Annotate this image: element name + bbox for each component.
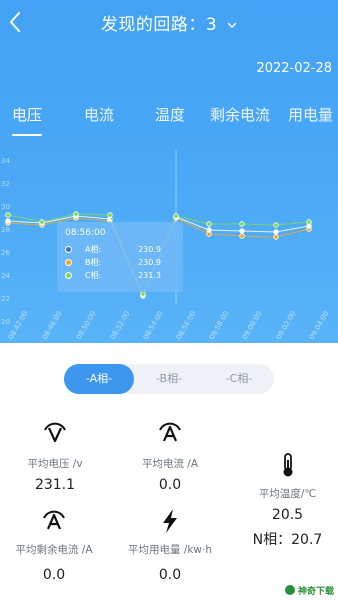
phase-a-option[interactable]: -A相-	[64, 364, 134, 394]
data-point	[273, 234, 279, 240]
residual-current-icon	[43, 510, 65, 530]
current-icon	[159, 422, 181, 442]
title-prefix: 发现的回路：	[100, 15, 206, 35]
data-point	[306, 219, 312, 225]
avg-energy-label: 平均用电量 /kw·h	[127, 544, 213, 556]
y-tick-label: 30	[1, 203, 10, 211]
avg-residual-value: 0.0	[42, 567, 66, 583]
circuit-count: 3	[205, 15, 218, 35]
x-tick-label: 08:54:00	[142, 310, 165, 341]
page-title[interactable]: 发现的回路：3	[0, 10, 338, 35]
phase-selector: -A相- -B相- -C相-	[64, 364, 274, 394]
metric-avg-voltage: 平均电压 /v 231.1	[10, 420, 100, 493]
avg-temperature-label: 平均温度/℃	[258, 488, 317, 500]
date-label[interactable]: 2022-02-28	[256, 61, 332, 76]
tooltip-value-a: 230.9	[138, 245, 161, 254]
data-point	[206, 221, 212, 227]
data-point	[273, 222, 279, 228]
data-point	[239, 221, 245, 227]
tab-energy[interactable]: 用电量	[288, 104, 333, 125]
chart-tooltip: 08:56:00 A相: 230.9 B相: 230.9 C相: 231.3	[57, 222, 183, 292]
phase-c-option[interactable]: -C相-	[204, 364, 274, 394]
data-point	[273, 229, 279, 235]
data-point	[39, 219, 45, 225]
y-tick-label: 34	[1, 157, 10, 165]
watermark-icon: 神奇下载	[285, 585, 334, 597]
x-tick-label: 09:00:00	[241, 310, 264, 341]
tooltip-name-a: A相:	[85, 245, 102, 254]
data-point	[5, 218, 11, 224]
x-tick-label: 08:50:00	[75, 310, 98, 341]
avg-current-label: 平均电流 /A	[141, 458, 199, 470]
avg-temperature-value: 20.5	[271, 507, 304, 523]
phase-b-option[interactable]: -B相-	[134, 364, 204, 394]
tab-current[interactable]: 电流	[84, 104, 114, 125]
metric-avg-residual-current: 平均剩余电流 /A 0.0	[4, 508, 104, 583]
x-tick-label: 08:46:00	[41, 310, 64, 341]
metric-avg-temperature: 平均温度/℃ 20.5 N相：20.7	[240, 452, 335, 549]
data-point	[239, 233, 245, 239]
avg-current-value: 0.0	[158, 477, 182, 493]
tab-residual-current[interactable]: 剩余电流	[210, 104, 270, 125]
data-point	[206, 227, 212, 233]
tooltip-value-b: 230.9	[138, 258, 161, 267]
metric-tabs: 电压 电流 温度 剩余电流 用电量	[0, 104, 338, 140]
data-point	[239, 228, 245, 234]
avg-voltage-label: 平均电压 /v	[27, 458, 83, 470]
tooltip-name-b: B相:	[85, 258, 102, 267]
x-tick-label: 08:52:00	[109, 310, 132, 341]
y-tick-label: 24	[1, 272, 10, 280]
tab-temperature[interactable]: 温度	[155, 104, 185, 125]
lightning-icon	[163, 509, 177, 533]
tooltip-name-c: C相:	[85, 271, 102, 280]
y-tick-label: 28	[1, 226, 10, 234]
tooltip-row-b: B相: 230.9	[65, 256, 175, 269]
x-tick-label: 08:56:00	[175, 310, 198, 341]
n-phase-temperature: N相：20.7	[252, 532, 323, 548]
data-point	[173, 213, 179, 219]
tooltip-value-c: 231.3	[138, 271, 161, 280]
watermark-logo: 神奇下载	[284, 582, 336, 598]
chevron-down-icon	[227, 22, 237, 28]
tooltip-row-c: C相: 231.3	[65, 269, 175, 282]
legend-dot-b	[65, 259, 72, 266]
legend-dot-c	[65, 272, 72, 279]
data-point	[107, 212, 113, 218]
data-point	[140, 291, 146, 297]
tooltip-row-a: A相: 230.9	[65, 243, 175, 256]
x-tick-label: 08:42:00	[7, 310, 30, 341]
y-tick-label: 22	[1, 295, 10, 303]
y-tick-label: 26	[1, 249, 10, 257]
tooltip-time: 08:56:00	[65, 228, 106, 238]
avg-voltage-value: 231.1	[34, 477, 76, 493]
x-tick-label: 09:04:00	[308, 310, 331, 341]
x-tick-label: 08:58:00	[208, 310, 231, 341]
avg-residual-label: 平均剩余电流 /A	[15, 544, 93, 556]
y-tick-label: 32	[1, 180, 10, 188]
svg-text:神奇下载: 神奇下载	[298, 585, 334, 597]
x-tick-label: 09:02:00	[275, 310, 298, 341]
data-point	[73, 211, 79, 217]
avg-energy-value: 0.0	[158, 567, 182, 583]
data-point	[5, 212, 11, 218]
y-tick-label: 20	[1, 318, 10, 326]
metric-avg-energy: 平均用电量 /kw·h 0.0	[118, 508, 222, 583]
thermometer-icon	[283, 453, 292, 477]
metric-avg-current: 平均电流 /A 0.0	[125, 420, 215, 493]
active-tab-indicator	[12, 134, 42, 136]
legend-dot-a	[65, 246, 72, 253]
tab-voltage[interactable]: 电压	[12, 104, 42, 125]
voltage-icon	[44, 422, 66, 443]
